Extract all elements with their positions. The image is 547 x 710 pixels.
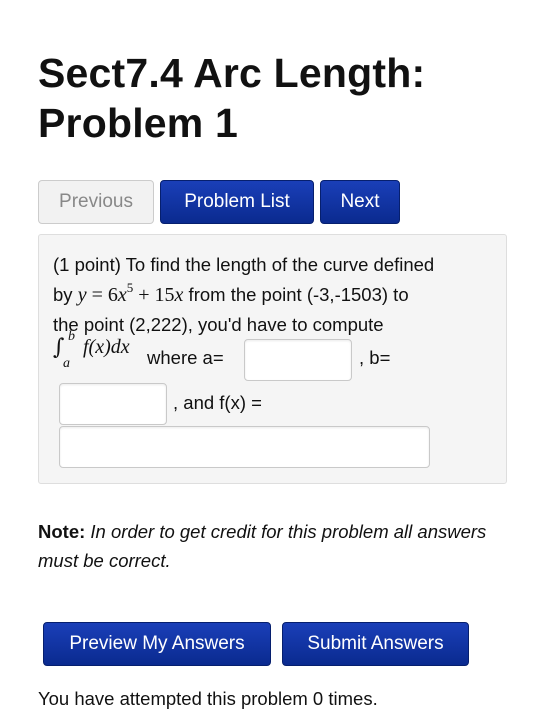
attempts-status: You have attempted this problem 0 times.	[38, 688, 378, 709]
equation-lhs: y	[77, 284, 87, 306]
problem-list-button[interactable]: Problem List	[160, 180, 314, 224]
page-title-line-1: Sect7.4 Arc Length:	[38, 50, 426, 96]
equation-coefficient: 6	[107, 284, 118, 306]
answer-a-input[interactable]	[244, 339, 352, 381]
problem-text-line-1: (1 point) To find the length of the curv…	[53, 254, 435, 275]
note: Note: In order to get credit for this pr…	[38, 517, 508, 575]
equation-coefficient-2: 15	[154, 284, 175, 306]
next-button[interactable]: Next	[320, 180, 400, 224]
b-label: , b=	[359, 347, 391, 368]
problem-text-line-2: by y = 6x5 + 15x from the point (-3,-150…	[53, 281, 409, 306]
equation-plus: +	[133, 284, 155, 306]
previous-button[interactable]: Previous	[38, 180, 154, 224]
answer-b-input[interactable]	[59, 383, 167, 425]
answer-fx-input[interactable]	[59, 426, 430, 468]
integrand: f(x)dx	[83, 336, 130, 358]
problem-text-line-3: the point (2,222), you'd have to compute	[53, 314, 384, 335]
page-title-line-2: Problem 1	[38, 100, 239, 146]
curve-equation: y = 6x5 + 15x	[77, 281, 184, 306]
integral-lower-limit: a	[63, 356, 70, 371]
where-a-label: where a=	[147, 347, 224, 368]
fx-label: , and f(x) =	[173, 392, 262, 413]
problem-points-text: from the point (-3,-1503) to	[183, 284, 409, 305]
note-text: In order to get credit for this problem …	[38, 521, 487, 571]
preview-answers-button[interactable]: Preview My Answers	[43, 622, 271, 666]
submit-answers-button[interactable]: Submit Answers	[282, 622, 469, 666]
equation-variable: x	[117, 284, 127, 306]
equation-equals: =	[86, 284, 108, 306]
problem-box: (1 point) To find the length of the curv…	[38, 234, 507, 484]
note-label: Note:	[38, 521, 86, 542]
problem-by-text: by	[53, 284, 78, 305]
integral-upper-limit: b	[68, 329, 75, 344]
integral-expression: ∫ b a f(x)dx	[53, 329, 143, 375]
page-title: Sect7.4 Arc Length: Problem 1	[38, 48, 425, 148]
